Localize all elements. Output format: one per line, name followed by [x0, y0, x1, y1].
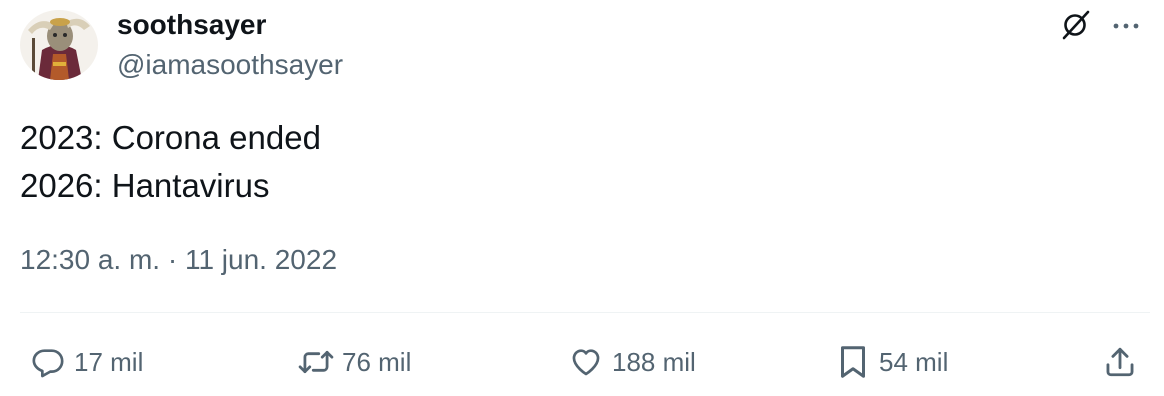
reply-button[interactable]: 17 mil — [28, 336, 143, 388]
reply-count: 17 mil — [74, 346, 144, 377]
divider — [20, 312, 1150, 313]
grok-icon — [1060, 8, 1092, 45]
tweet-top-actions — [1056, 6, 1146, 46]
like-icon — [566, 342, 606, 382]
author-handle[interactable]: @iamasoothsayer — [117, 48, 343, 82]
repost-icon — [296, 342, 336, 382]
tweet-card: soothsayer @iamasoothsayer 2023: Corona … — [0, 0, 1164, 396]
action-bar: 17 mil 76 mil 188 mil 54 mil — [0, 336, 1164, 388]
bookmark-button[interactable]: 54 mil — [833, 336, 948, 388]
bookmark-icon — [833, 342, 873, 382]
like-button[interactable]: 188 mil — [566, 336, 696, 388]
tweet-text-line: 2026: Hantavirus — [20, 167, 270, 204]
tweet-text-line: 2023: Corona ended — [20, 119, 321, 156]
author-display-name[interactable]: soothsayer — [117, 8, 266, 42]
bookmark-count: 54 mil — [879, 346, 949, 377]
grok-button[interactable] — [1056, 6, 1096, 46]
more-options-button[interactable] — [1106, 6, 1146, 46]
like-count: 188 mil — [612, 346, 696, 377]
tweet-timestamp[interactable]: 12:30 a. m. · 11 jun. 2022 — [20, 242, 337, 278]
avatar-image — [20, 10, 98, 80]
avatar[interactable] — [20, 10, 98, 80]
repost-count: 76 mil — [342, 346, 412, 377]
more-icon — [1113, 17, 1139, 35]
tweet-text: 2023: Corona ended 2026: Hantavirus — [20, 114, 321, 210]
share-icon — [1100, 342, 1140, 382]
reply-icon — [28, 342, 68, 382]
share-button[interactable] — [1100, 336, 1140, 388]
repost-button[interactable]: 76 mil — [296, 336, 411, 388]
